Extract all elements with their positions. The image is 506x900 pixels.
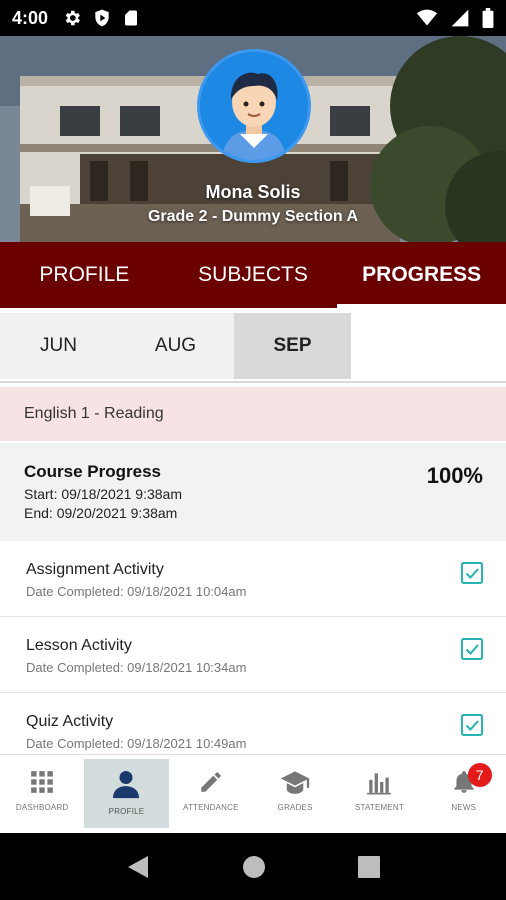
- bottom-navigation: DASHBOARD PROFILE ATTENDANCE GRADES STAT…: [0, 754, 506, 832]
- checkbox-checked-icon: [461, 562, 483, 584]
- system-navigation-bar: [0, 833, 506, 900]
- activity-title: Assignment Activity: [26, 561, 164, 578]
- student-avatar-icon: [200, 52, 308, 160]
- course-progress-percent: 100%: [426, 463, 483, 488]
- battery-icon: [482, 8, 494, 28]
- notification-badge: 7: [467, 763, 492, 787]
- nav-label: PROFILE: [108, 807, 145, 816]
- activity-item[interactable]: Assignment Activity Date Completed: 09/1…: [0, 541, 506, 617]
- grid-icon: [31, 771, 53, 793]
- activity-date: Date Completed: 09/18/2021 10:04am: [26, 584, 247, 599]
- subject-header[interactable]: English 1 - Reading: [0, 387, 506, 441]
- month-tabs-spacer: [351, 313, 506, 379]
- signal-icon: [451, 9, 469, 27]
- nav-label: NEWS: [451, 803, 477, 812]
- nav-grades[interactable]: GRADES: [253, 755, 337, 832]
- month-tab-aug[interactable]: AUG: [117, 313, 234, 379]
- avatar[interactable]: [197, 49, 311, 163]
- activity-date: Date Completed: 09/18/2021 10:34am: [26, 660, 247, 675]
- status-bar: 4:00: [0, 0, 506, 36]
- nav-label: GRADES: [277, 803, 313, 812]
- activity-title: Lesson Activity: [26, 637, 132, 654]
- tab-subjects[interactable]: SUBJECTS: [169, 242, 338, 308]
- checkbox-checked-icon: [461, 638, 483, 660]
- profile-header: Mona Solis Grade 2 - Dummy Section A: [0, 36, 506, 242]
- nav-dashboard[interactable]: DASHBOARD: [0, 755, 84, 832]
- course-progress-title: Course Progress: [24, 462, 161, 481]
- nav-label: ATTENDANCE: [183, 803, 239, 812]
- divider: [0, 381, 506, 383]
- nav-label: STATEMENT: [354, 803, 404, 812]
- graduation-cap-icon: [280, 771, 310, 794]
- nav-profile[interactable]: PROFILE: [84, 759, 169, 828]
- tab-progress[interactable]: PROGRESS: [337, 242, 506, 308]
- activity-date: Date Completed: 09/18/2021 10:49am: [26, 736, 247, 751]
- nav-statement[interactable]: STATEMENT: [337, 755, 421, 832]
- home-icon[interactable]: [242, 855, 266, 879]
- student-name: Mona Solis: [205, 182, 301, 202]
- checkbox-checked-icon: [461, 714, 483, 736]
- nav-attendance[interactable]: ATTENDANCE: [169, 755, 253, 832]
- nav-label: DASHBOARD: [15, 803, 69, 812]
- activity-title: Quiz Activity: [26, 713, 114, 730]
- tab-profile[interactable]: PROFILE: [0, 242, 169, 308]
- pencil-icon: [201, 772, 221, 792]
- wifi-icon: [417, 9, 437, 26]
- main-tabs: PROFILE SUBJECTS PROGRESS: [0, 242, 506, 308]
- person-icon: [113, 771, 140, 799]
- course-end-date: End: 09/20/2021 9:38am: [24, 505, 178, 521]
- bar-chart-icon: [367, 773, 392, 795]
- course-progress-card: Course Progress Start: 09/18/2021 9:38am…: [0, 443, 506, 541]
- month-tab-jun[interactable]: JUN: [0, 313, 117, 379]
- status-time: 4:00: [12, 7, 49, 28]
- student-grade-section: Grade 2 - Dummy Section A: [147, 208, 359, 225]
- back-icon[interactable]: [126, 854, 150, 880]
- recents-icon[interactable]: [358, 855, 380, 878]
- shield-play-icon: [95, 9, 109, 27]
- settings-icon: [65, 10, 80, 26]
- month-tabs: JUN AUG SEP: [0, 313, 506, 379]
- month-tab-sep[interactable]: SEP: [234, 313, 351, 379]
- sd-card-icon: [125, 10, 138, 26]
- course-start-date: Start: 09/18/2021 9:38am: [24, 486, 182, 502]
- nav-news[interactable]: NEWS 7: [422, 755, 506, 832]
- activity-item[interactable]: Lesson Activity Date Completed: 09/18/20…: [0, 617, 506, 693]
